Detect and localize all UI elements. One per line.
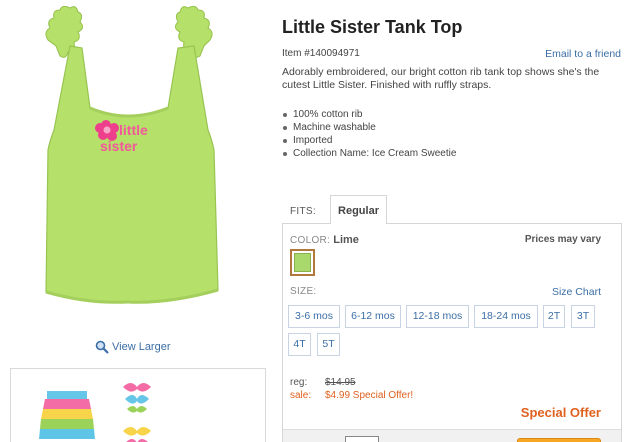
feature-item: Machine washable (282, 121, 456, 134)
sale-price-label: sale: (290, 390, 312, 401)
feature-list: 100% cotton rib Machine washable Importe… (282, 108, 456, 160)
size-label: SIZE: (290, 286, 317, 297)
product-title: Little Sister Tank Top (282, 17, 463, 37)
size-button-4t[interactable]: 4T (288, 333, 311, 356)
related-skirt-thumbnail[interactable] (39, 387, 95, 442)
item-number: Item #140094971 (282, 48, 360, 59)
view-larger-label: View Larger (112, 341, 171, 353)
color-swatch-lime[interactable] (290, 249, 315, 276)
size-chart-link[interactable]: Size Chart (552, 286, 601, 298)
special-offer-badge: Special Offer (520, 405, 601, 420)
feature-item: Collection Name: Ice Cream Sweetie (282, 147, 456, 160)
email-to-friend-link[interactable]: Email to a friend (545, 48, 621, 60)
feature-item: 100% cotton rib (282, 108, 456, 121)
view-larger-link[interactable]: View Larger (95, 340, 171, 354)
options-panel: COLOR: Lime Prices may vary SIZE: Size C… (282, 223, 622, 442)
related-hair-clips-thumbnail[interactable] (117, 377, 157, 442)
color-value: Lime (333, 234, 359, 246)
size-button-12-18-mos[interactable]: 12-18 mos (406, 305, 469, 328)
quantity-input[interactable] (345, 436, 379, 442)
regular-price: $14.95 (325, 377, 356, 388)
size-button-2t[interactable]: 2T (543, 305, 565, 328)
color-label: COLOR: Lime (290, 234, 359, 246)
size-button-3-6-mos[interactable]: 3-6 mos (288, 305, 340, 328)
magnifier-icon (95, 340, 109, 354)
sale-price: $4.99 Special Offer! (325, 390, 414, 401)
prices-may-vary-note: Prices may vary (524, 234, 601, 245)
product-description: Adorably embroidered, our bright cotton … (282, 66, 600, 91)
tab-regular[interactable]: Regular (330, 195, 387, 224)
product-image[interactable]: little sister (18, 0, 266, 330)
embroidery-text-little: little (119, 122, 148, 138)
size-button-5t[interactable]: 5T (317, 333, 340, 356)
embroidery-text-sister: sister (100, 138, 138, 154)
tank-body (45, 45, 219, 303)
feature-item: Imported (282, 134, 456, 147)
size-button-3t[interactable]: 3T (571, 305, 595, 328)
related-products-box (10, 368, 266, 442)
swatch-fill (294, 253, 311, 272)
color-label-text: COLOR: (290, 235, 331, 246)
add-to-bag-button[interactable] (517, 438, 601, 442)
fits-label: FITS: (290, 206, 316, 217)
size-button-18-24-mos[interactable]: 18-24 mos (474, 305, 538, 328)
size-button-6-12-mos[interactable]: 6-12 mos (345, 305, 401, 328)
add-to-bag-bar (283, 429, 621, 442)
regular-price-label: reg: (290, 377, 308, 388)
